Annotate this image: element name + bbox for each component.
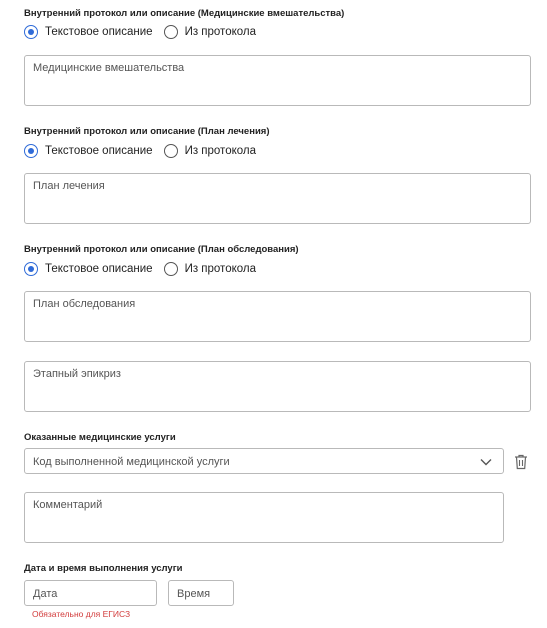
field-placeholder: Медицинские вмешательства [33,62,185,74]
trash-icon[interactable] [514,454,528,470]
field-placeholder: План обследования [33,298,136,310]
radio-unchecked-icon[interactable] [163,144,178,158]
required-hint: Обязательно для ЕГИСЗ [32,609,131,619]
radio-checked-icon[interactable] [24,262,38,276]
time-input[interactable]: Время [168,580,234,606]
radio-from-protocol[interactable]: Из протокола [163,144,257,158]
field-placeholder: Этапный эпикриз [33,368,121,380]
service-code-select[interactable]: Код выполненной медицинской услуги [24,448,504,474]
section-title-datetime: Дата и время выполнения услуги [24,563,183,574]
radio-unchecked-icon[interactable] [163,262,178,276]
radio-label: Из протокола [184,145,257,157]
radio-checked-icon[interactable] [24,25,38,39]
epicrisis-textarea[interactable]: Этапный эпикриз [24,361,531,412]
comment-textarea[interactable]: Комментарий [24,492,504,543]
interventions-textarea[interactable]: Медицинские вмешательства [24,55,531,106]
section-title-services: Оказанные медицинские услуги [24,432,176,443]
radio-checked-icon[interactable] [24,144,38,158]
radio-from-protocol[interactable]: Из протокола [163,262,257,276]
section-title-treatment-plan: Внутренний протокол или описание (План л… [24,126,270,137]
radio-label: Текстовое описание [45,145,153,157]
radio-label: Из протокола [184,263,257,275]
radio-label: Текстовое описание [45,263,153,275]
radio-label: Из протокола [184,26,257,38]
treatment-plan-textarea[interactable]: План лечения [24,173,531,224]
field-placeholder: Комментарий [33,499,103,511]
radio-group-treatment-plan: Текстовое описание Из протокола [24,143,267,159]
radio-group-examination-plan: Текстовое описание Из протокола [24,261,267,277]
radio-text-description[interactable]: Текстовое описание [24,25,153,39]
radio-unchecked-icon[interactable] [163,25,178,39]
chevron-down-icon[interactable] [480,458,492,466]
radio-label: Текстовое описание [45,26,153,38]
field-placeholder: Дата [33,588,58,600]
section-title-examination-plan: Внутренний протокол или описание (План о… [24,244,299,255]
radio-text-description[interactable]: Текстовое описание [24,262,153,276]
examination-plan-textarea[interactable]: План обследования [24,291,531,342]
radio-group-interventions: Текстовое описание Из протокола [24,24,267,40]
date-input[interactable]: Дата [24,580,157,606]
field-placeholder: План лечения [33,180,105,192]
field-placeholder: Время [177,588,211,600]
radio-from-protocol[interactable]: Из протокола [163,25,257,39]
section-title-interventions: Внутренний протокол или описание (Медици… [24,8,345,19]
select-placeholder: Код выполненной медицинской услуги [33,456,230,468]
radio-text-description[interactable]: Текстовое описание [24,144,153,158]
